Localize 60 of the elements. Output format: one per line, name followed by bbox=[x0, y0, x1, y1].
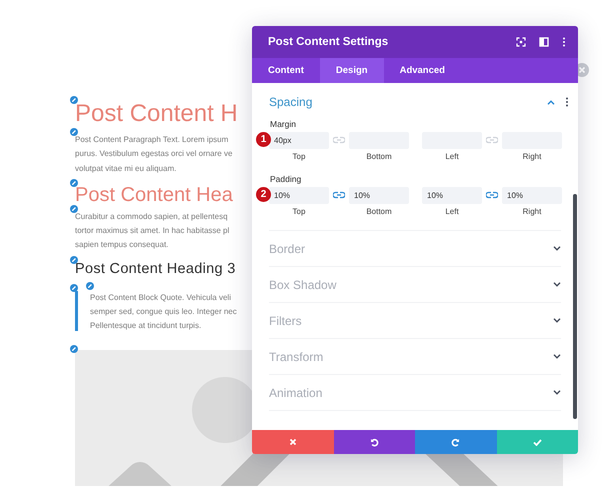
step-badge: 2 bbox=[256, 187, 271, 202]
text-line: purus. Vestibulum egestas orci vel ornare ve bbox=[75, 148, 232, 160]
link-icon[interactable] bbox=[486, 191, 498, 199]
text-line: Curabitur a commodo sapien, at pellentesq bbox=[75, 210, 228, 223]
heading: Post Content H bbox=[75, 99, 238, 129]
edit-icon[interactable] bbox=[70, 204, 78, 213]
more-icon[interactable] bbox=[565, 97, 569, 107]
tab[interactable]: Advanced bbox=[384, 58, 461, 83]
heading: Post Content Heading 3 bbox=[75, 260, 236, 279]
undo-icon bbox=[370, 438, 379, 446]
chevron-down-icon[interactable] bbox=[553, 390, 561, 395]
input-field[interactable]: 10% bbox=[269, 187, 329, 204]
edit-icon[interactable] bbox=[70, 256, 78, 264]
text-line: Post Content Block Quote. Vehicula veli bbox=[90, 292, 231, 304]
redo-icon bbox=[451, 438, 460, 446]
field-caption: Bottom bbox=[366, 152, 392, 161]
chevron-down-icon[interactable] bbox=[553, 246, 561, 251]
tab[interactable]: Design bbox=[320, 58, 384, 83]
tab[interactable]: Content bbox=[252, 58, 320, 83]
link-icon[interactable] bbox=[333, 191, 345, 199]
modal-title: Post Content Settings bbox=[268, 36, 390, 48]
text-line: volutpat vitae mi eu aliquam. bbox=[75, 162, 176, 175]
input-field[interactable]: 10% bbox=[502, 187, 562, 204]
edit-icon[interactable] bbox=[70, 284, 78, 292]
edit-icon[interactable] bbox=[70, 178, 78, 187]
field-caption: Bottom bbox=[366, 207, 392, 216]
close-icon bbox=[288, 438, 297, 446]
step-badge: 1 bbox=[256, 132, 271, 147]
field-caption: Top bbox=[292, 207, 306, 216]
text-line: Post Content Paragraph Text. Lorem ipsum bbox=[75, 134, 228, 146]
text-line: semper sed, congue quis leo. Integer nec bbox=[90, 306, 237, 318]
input-field[interactable]: 40px bbox=[269, 132, 329, 149]
edit-icon[interactable] bbox=[70, 344, 78, 353]
field-label: Margin bbox=[270, 119, 297, 129]
text-line: sapien tempus consequat. bbox=[75, 239, 168, 252]
chevron-down-icon[interactable] bbox=[553, 318, 561, 323]
edit-icon[interactable] bbox=[70, 96, 78, 104]
section-title[interactable]: Spacing bbox=[269, 95, 537, 109]
input-field[interactable]: 10% bbox=[349, 187, 409, 204]
input-field[interactable]: 10% bbox=[422, 187, 482, 204]
chevron-down-icon[interactable] bbox=[553, 282, 561, 287]
split-view-icon[interactable] bbox=[539, 37, 549, 47]
chevron-up-icon[interactable] bbox=[547, 100, 555, 104]
field-caption: Left bbox=[445, 152, 459, 161]
quote-bar bbox=[75, 290, 78, 331]
field-caption: Right bbox=[522, 207, 542, 216]
text-line: Pellentesque at tincidunt turpis. bbox=[90, 320, 202, 332]
more-icon[interactable] bbox=[562, 37, 566, 47]
field-caption: Left bbox=[445, 207, 459, 216]
scrollbar-thumb[interactable] bbox=[573, 194, 577, 419]
fullscreen-icon[interactable] bbox=[516, 37, 526, 47]
check-icon bbox=[532, 438, 542, 446]
text-line: tortor maximus sit amet. In hac habitasse pl bbox=[75, 225, 230, 238]
field-label: Padding bbox=[270, 174, 302, 184]
heading: Post Content Hea bbox=[75, 182, 233, 208]
edit-icon[interactable] bbox=[86, 282, 94, 290]
field-caption: Top bbox=[292, 152, 306, 161]
edit-icon[interactable] bbox=[70, 128, 78, 136]
chevron-down-icon[interactable] bbox=[553, 354, 561, 359]
field-caption: Right bbox=[522, 152, 542, 161]
